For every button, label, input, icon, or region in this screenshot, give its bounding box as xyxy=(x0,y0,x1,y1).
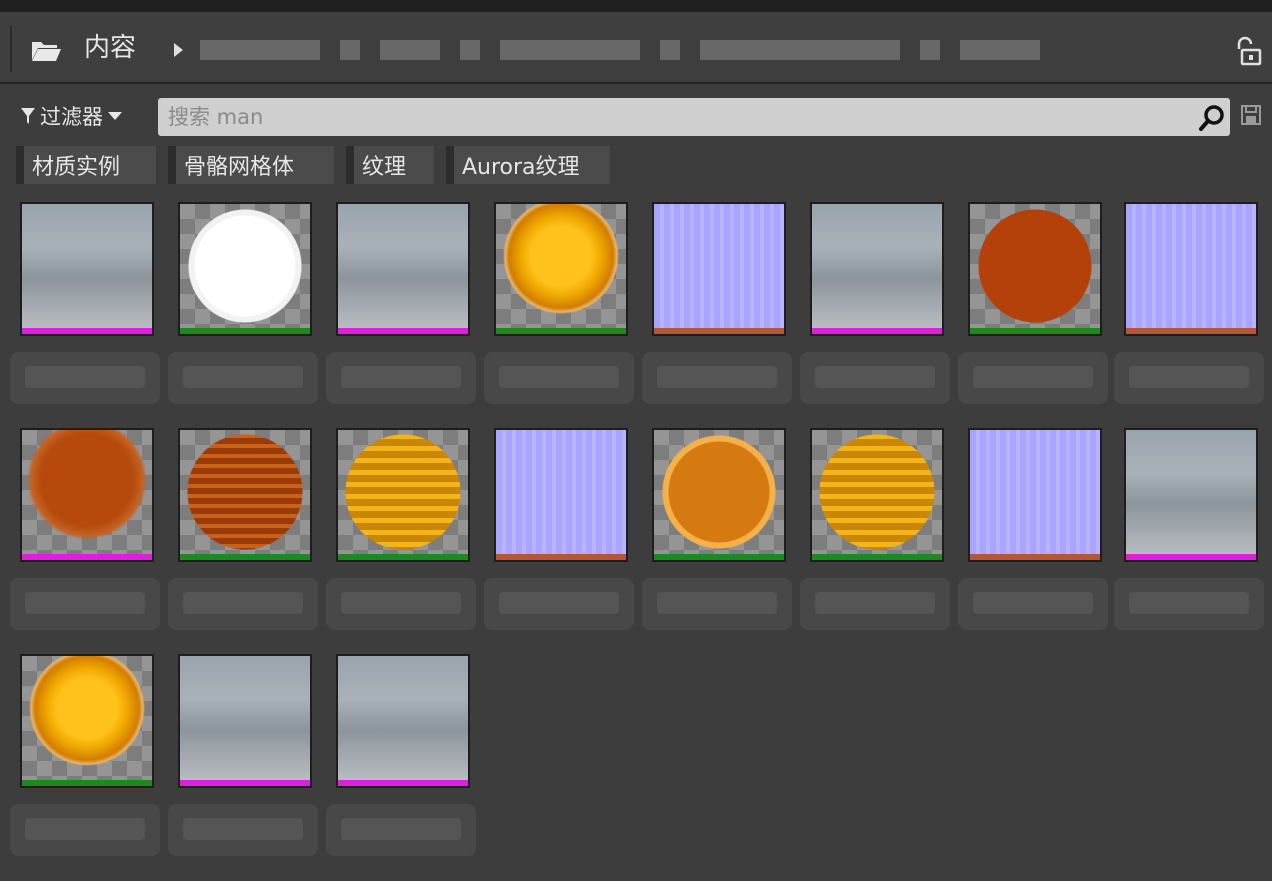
asset-type-color-bar xyxy=(1126,328,1256,334)
asset-thumbnail xyxy=(812,204,942,328)
asset-name-blurred xyxy=(10,578,160,630)
asset-type-color-bar xyxy=(496,328,626,334)
asset-type-color-bar xyxy=(654,554,784,560)
asset-type-color-bar xyxy=(496,554,626,560)
asset-tile-white-sphere[interactable] xyxy=(178,202,312,336)
asset-name-blurred xyxy=(168,352,318,404)
asset-tile-gold-sphere[interactable] xyxy=(494,202,628,336)
asset-type-color-bar xyxy=(654,328,784,334)
asset-name-blurred xyxy=(484,352,634,404)
asset-name-blurred xyxy=(1114,578,1264,630)
asset-tile-floor-scene[interactable] xyxy=(1124,428,1258,562)
asset-thumbnail xyxy=(812,430,942,554)
asset-thumbnail xyxy=(654,430,784,554)
asset-type-color-bar xyxy=(22,328,152,334)
asset-name-blurred xyxy=(326,804,476,856)
asset-type-color-bar xyxy=(338,554,468,560)
asset-thumbnail xyxy=(338,656,468,780)
asset-name-blurred xyxy=(10,352,160,404)
asset-tile-carved-sphere-gold[interactable] xyxy=(810,428,944,562)
asset-tile-normal-map[interactable] xyxy=(1124,202,1258,336)
asset-thumbnail xyxy=(496,430,626,554)
asset-name-blurred xyxy=(484,578,634,630)
asset-type-color-bar xyxy=(338,780,468,786)
asset-tile-floor-scene[interactable] xyxy=(336,654,470,788)
asset-tile-rust-blob[interactable] xyxy=(20,428,154,562)
asset-thumbnail xyxy=(22,656,152,780)
asset-thumbnail xyxy=(22,204,152,328)
asset-name-blurred xyxy=(168,578,318,630)
asset-tile-normal-map[interactable] xyxy=(652,202,786,336)
asset-type-color-bar xyxy=(22,554,152,560)
asset-thumbnail xyxy=(180,204,310,328)
asset-type-color-bar xyxy=(970,328,1100,334)
asset-name-blurred xyxy=(642,352,792,404)
asset-thumbnail xyxy=(180,656,310,780)
asset-thumbnail xyxy=(180,430,310,554)
asset-name-blurred xyxy=(800,352,950,404)
asset-thumbnail xyxy=(970,430,1100,554)
asset-tile-carved-sphere-gold[interactable] xyxy=(336,428,470,562)
asset-type-color-bar xyxy=(180,780,310,786)
asset-tile-normal-map[interactable] xyxy=(494,428,628,562)
asset-thumbnail xyxy=(1126,204,1256,328)
asset-grid xyxy=(0,0,1272,881)
asset-name-blurred xyxy=(10,804,160,856)
asset-name-blurred xyxy=(958,352,1108,404)
asset-name-blurred xyxy=(326,352,476,404)
asset-name-blurred xyxy=(326,578,476,630)
asset-thumbnail xyxy=(338,430,468,554)
asset-thumbnail xyxy=(338,204,468,328)
asset-tile-rust-sphere[interactable] xyxy=(968,202,1102,336)
asset-name-blurred xyxy=(642,578,792,630)
asset-type-color-bar xyxy=(180,554,310,560)
asset-tile-floor-scene[interactable] xyxy=(20,202,154,336)
asset-type-color-bar xyxy=(338,328,468,334)
asset-type-color-bar xyxy=(22,780,152,786)
asset-thumbnail xyxy=(496,204,626,328)
asset-tile-carved-sphere-dark[interactable] xyxy=(178,428,312,562)
asset-tile-floor-scene[interactable] xyxy=(336,202,470,336)
asset-name-blurred xyxy=(1114,352,1264,404)
asset-name-blurred xyxy=(800,578,950,630)
asset-type-color-bar xyxy=(180,328,310,334)
asset-tile-gold-sphere[interactable] xyxy=(20,654,154,788)
asset-name-blurred xyxy=(168,804,318,856)
asset-tile-normal-map[interactable] xyxy=(968,428,1102,562)
asset-thumbnail xyxy=(1126,430,1256,554)
asset-type-color-bar xyxy=(812,328,942,334)
asset-type-color-bar xyxy=(970,554,1100,560)
asset-thumbnail xyxy=(654,204,784,328)
asset-thumbnail xyxy=(970,204,1100,328)
asset-name-blurred xyxy=(958,578,1108,630)
asset-tile-floor-scene[interactable] xyxy=(178,654,312,788)
asset-thumbnail xyxy=(22,430,152,554)
asset-type-color-bar xyxy=(812,554,942,560)
asset-tile-orange-sphere[interactable] xyxy=(652,428,786,562)
asset-type-color-bar xyxy=(1126,554,1256,560)
asset-tile-floor-scene[interactable] xyxy=(810,202,944,336)
